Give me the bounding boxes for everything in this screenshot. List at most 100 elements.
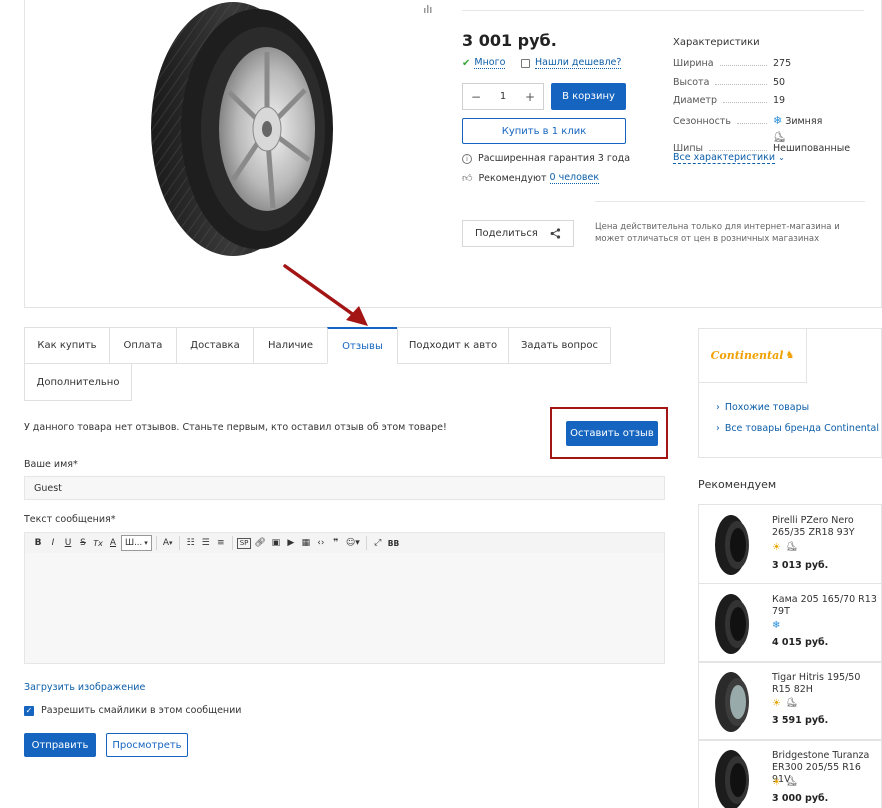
font-size-button[interactable]: A ▾ [161, 535, 175, 551]
image-icon[interactable]: ▣ [269, 535, 283, 551]
tab-additional[interactable]: Дополнительно [24, 363, 132, 401]
horse-icon: ♞ [785, 350, 795, 361]
rec-name[interactable]: Pirelli PZero Nero 265/35 ZR18 93Y [772, 515, 880, 539]
check-icon: ✔ [462, 57, 471, 69]
chevron-down-icon: ▾ [144, 539, 148, 547]
brand-logo[interactable]: Continental ♞ [698, 328, 807, 383]
stock-link[interactable]: Много [474, 57, 506, 69]
toolbar-divider [178, 536, 180, 550]
rec-item[interactable]: Кама 205 165/70 R13 79T ❄ 4 015 руб. [698, 583, 882, 663]
link-icon[interactable]: 🔗︎ [252, 535, 267, 551]
product-tire-image[interactable] [145, 0, 335, 258]
recommend-prefix: Рекомендуют [478, 172, 547, 184]
chevron-right-icon: › [716, 423, 720, 434]
smileys-label: Разрешить смайлики в этом сообщении [41, 705, 242, 716]
bold-button[interactable]: B [31, 535, 45, 551]
minus-button[interactable]: − [471, 90, 481, 104]
rec-item[interactable]: Tigar Hitris 195/50 R15 82H ☀ ⛸︎ 3 591 ру… [698, 661, 882, 741]
rec-item[interactable]: Bridgestone Turanza ER300 205/55 R16 91V… [698, 739, 882, 808]
rec-icons: ☀ ⛸︎ [772, 542, 797, 553]
smiley-icon[interactable]: ☺︎▾ [344, 535, 362, 551]
unordered-list-icon[interactable]: ☰ [199, 535, 213, 551]
chevron-down-icon: ▾ [169, 539, 173, 547]
plus-button[interactable]: + [525, 90, 535, 104]
tab-delivery[interactable]: Доставка [176, 327, 254, 364]
rec-tire-image [715, 672, 749, 732]
cheaper-link[interactable]: Нашли дешевле? [535, 57, 622, 69]
name-input[interactable]: Guest [24, 476, 665, 500]
tab-availability[interactable]: Наличие [253, 327, 328, 364]
tab-ask-question[interactable]: Задать вопрос [508, 327, 611, 364]
bbcode-toggle[interactable]: BB [386, 535, 401, 551]
font-select[interactable]: Ш... ▾ [121, 535, 152, 551]
tab-reviews[interactable]: Отзывы [327, 327, 398, 364]
brand-products-link[interactable]: Все товары бренда Continental [725, 423, 879, 434]
align-icon[interactable]: ≡ [214, 535, 228, 551]
studless-icon: ⛸︎ [785, 777, 798, 787]
quantity-value[interactable]: 1 [500, 91, 506, 102]
rec-item[interactable]: Pirelli PZero Nero 265/35 ZR18 93Y ☀ ⛸︎ 3… [698, 504, 882, 584]
underline-button[interactable]: U [61, 535, 75, 551]
quote-icon[interactable]: ❞ [329, 535, 343, 551]
italic-button[interactable]: I [46, 535, 60, 551]
font-color-button[interactable]: A [106, 535, 120, 551]
name-input-value: Guest [34, 482, 62, 494]
smileys-checkbox[interactable]: ✓ [24, 705, 34, 716]
clear-format-button[interactable]: Tx [91, 535, 105, 551]
studless-icon: ⛸︎ [785, 542, 798, 552]
chevron-right-icon: › [716, 402, 720, 413]
table-icon[interactable]: ▦ [299, 535, 313, 551]
upload-image-link[interactable]: Загрузить изображение [24, 682, 145, 693]
toolbar-divider [231, 536, 233, 550]
buy-one-click-button[interactable]: Купить в 1 клик [462, 118, 626, 144]
code-icon[interactable]: ‹› [314, 535, 328, 551]
rec-tire-image [715, 515, 749, 575]
cheaper-block: Нашли дешевле? [521, 57, 622, 69]
share-button[interactable]: Поделиться [462, 220, 574, 247]
similar-products-row[interactable]: › Похожие товары [716, 402, 809, 413]
video-icon[interactable]: ▶ [284, 535, 298, 551]
fullscreen-icon[interactable]: ⤢ [371, 535, 385, 551]
studless-icon: ⛸︎ [785, 698, 798, 708]
rec-name[interactable]: Tigar Hitris 195/50 R15 82H [772, 672, 880, 696]
snowflake-icon: ❄ [773, 114, 783, 127]
tab-how-to-buy[interactable]: Как купить [24, 327, 110, 364]
ordered-list-icon[interactable]: ☷ [184, 535, 198, 551]
spec-diameter: Диаметр 19 [673, 95, 786, 106]
preview-button[interactable]: Просмотреть [106, 733, 188, 757]
studless-icon: ⛸︎ [773, 132, 786, 143]
rec-name[interactable]: Кама 205 165/70 R13 79T [772, 594, 880, 618]
sun-icon: ☀ [772, 777, 781, 788]
top-divider [462, 10, 864, 11]
rec-tire-image [715, 594, 749, 654]
recommend-link[interactable]: 0 человек [549, 172, 600, 184]
spec-season: Сезонность ❄ Зимняя [673, 114, 823, 127]
add-to-cart-button[interactable]: В корзину [551, 83, 626, 110]
thumbs-up-icon: 👍︎ [462, 173, 473, 184]
no-reviews-text: У данного товара нет отзывов. Станьте пе… [24, 422, 447, 433]
message-textarea[interactable] [24, 553, 665, 664]
similar-products-link[interactable]: Похожие товары [725, 402, 809, 413]
spec-studs: Шипы ⛸︎ Нешипованные [673, 132, 851, 154]
recommend-row: 👍︎ Рекомендуют 0 человек [462, 172, 600, 184]
name-label: Ваше имя* [24, 459, 78, 470]
strike-button[interactable]: S [76, 535, 90, 551]
share-label: Поделиться [475, 228, 538, 239]
warranty-row: i Расширенная гарантия 3 года [462, 153, 630, 164]
bar-chart-icon[interactable] [423, 3, 433, 13]
tab-fits-car[interactable]: Подходит к авто [397, 327, 509, 364]
calendar-icon [521, 58, 530, 68]
spoiler-icon[interactable]: SP [236, 537, 252, 549]
message-label: Текст сообщения* [24, 514, 116, 525]
all-specs-link[interactable]: Все характеристики [673, 152, 776, 164]
submit-button[interactable]: Отправить [24, 733, 96, 757]
brand-products-row[interactable]: › Все товары бренда Continental [716, 423, 879, 434]
sun-icon: ☀ [772, 542, 781, 553]
editor-toolbar: B I U S Tx A Ш... ▾ A ▾ ☷ ☰ ≡ SP 🔗︎ ▣ ▶ ▦ … [24, 532, 665, 554]
share-icon [550, 228, 561, 239]
all-specs-row[interactable]: Все характеристики ⌄ [673, 152, 785, 164]
leave-review-button[interactable]: Оставить отзыв [566, 421, 658, 446]
quantity-stepper[interactable]: − 1 + [462, 83, 544, 110]
chevron-down-icon: ⌄ [778, 153, 785, 162]
tab-payment[interactable]: Оплата [109, 327, 177, 364]
